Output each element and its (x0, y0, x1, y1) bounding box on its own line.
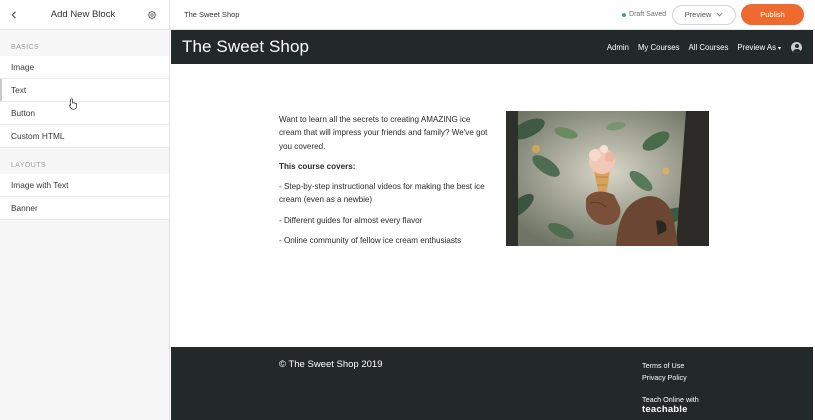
bullet-item: - Different guides for almost every flav… (279, 215, 423, 225)
teachable-logo[interactable]: teachable (642, 405, 699, 415)
preview-dropdown-button[interactable]: Preview (672, 4, 736, 25)
school-name: The Sweet Shop (184, 10, 240, 19)
block-item-banner[interactable]: Banner (0, 197, 169, 220)
site-footer: © The Sweet Shop 2019 Terms of Use Priva… (171, 347, 813, 420)
sidebar-header: Add New Block (0, 0, 169, 30)
terms-of-use-link[interactable]: Terms of Use (642, 360, 687, 372)
layouts-block-list: Image with Text Banner (0, 174, 169, 220)
gear-icon[interactable] (145, 8, 159, 22)
preview-label: Preview (684, 10, 712, 19)
save-status: Draft Saved (622, 11, 666, 18)
hand-cursor-icon (69, 98, 77, 110)
save-status-label: Draft Saved (629, 11, 666, 18)
footer-copyright: © The Sweet Shop 2019 (279, 359, 383, 370)
teach-online-label: Teach Online with (642, 395, 699, 404)
bullet-item: - Step-by-step instructional videos for … (279, 182, 485, 205)
nav-link-my-courses[interactable]: My Courses (638, 43, 680, 52)
footer-links: Terms of Use Privacy Policy (642, 360, 687, 383)
site-brand[interactable]: The Sweet Shop (182, 37, 598, 57)
status-dot-icon (622, 12, 627, 17)
publish-button[interactable]: Publish (741, 4, 804, 25)
nav-preview-as-dropdown[interactable]: Preview As ▾ (737, 43, 781, 52)
bullet-item: - Online community of fellow ice cream e… (279, 236, 462, 246)
nav-link-all-courses[interactable]: All Courses (689, 43, 729, 52)
nav-preview-as-label: Preview As (737, 42, 776, 52)
nav-link-admin[interactable]: Admin (607, 43, 629, 52)
basics-block-list: Image Text Button Custom HTML (0, 56, 169, 148)
section-label-layouts: LAYOUTS (11, 162, 46, 169)
privacy-policy-link[interactable]: Privacy Policy (642, 372, 687, 384)
intro-paragraph: Want to learn all the secrets to creatin… (279, 115, 488, 151)
chevron-left-icon[interactable] (7, 8, 21, 22)
block-item-button[interactable]: Button (0, 102, 169, 125)
teachable-credit: Teach Online with teachable (642, 395, 699, 415)
block-item-custom-html[interactable]: Custom HTML (0, 125, 169, 148)
ice-cream-photo (506, 111, 709, 246)
avatar[interactable] (791, 41, 802, 53)
block-item-text[interactable]: Text (0, 79, 169, 102)
section-label-basics: BASICS (11, 44, 40, 51)
add-block-sidebar: Add New Block BASICS Image Text Button C… (0, 0, 170, 420)
caret-down-icon: ▾ (777, 45, 781, 52)
sidebar-title: Add New Block (50, 9, 116, 20)
block-item-image[interactable]: Image (0, 56, 169, 79)
site-navbar: The Sweet Shop Admin My Courses All Cour… (171, 30, 813, 64)
chevron-down-icon (716, 12, 723, 17)
page-preview-canvas: The Sweet Shop Admin My Courses All Cour… (170, 30, 815, 420)
block-item-image-with-text[interactable]: Image with Text (0, 174, 169, 197)
covers-heading: This course covers: (279, 161, 356, 171)
editor-topbar: The Sweet Shop Draft Saved Preview Publi… (170, 0, 815, 30)
text-block: Want to learn all the secrets to creatin… (279, 113, 494, 254)
